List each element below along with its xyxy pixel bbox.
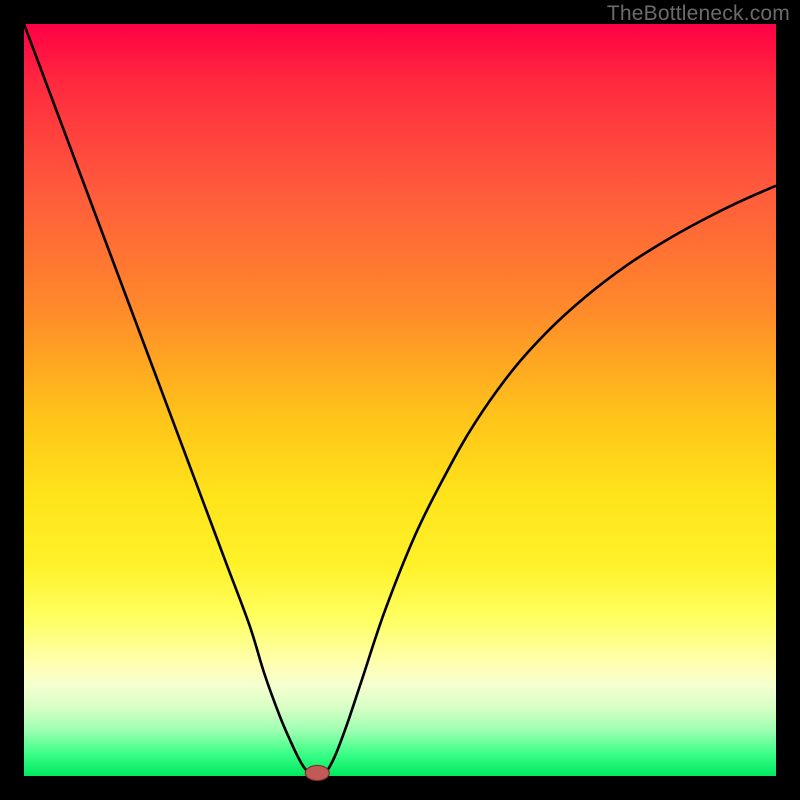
left-branch-curve xyxy=(24,24,311,775)
watermark-text: TheBottleneck.com xyxy=(607,2,790,26)
right-branch-curve xyxy=(323,186,776,775)
minimum-marker xyxy=(305,765,329,780)
chart-container: TheBottleneck.com xyxy=(0,0,800,800)
chart-svg xyxy=(24,24,776,776)
plot-area xyxy=(24,24,776,776)
